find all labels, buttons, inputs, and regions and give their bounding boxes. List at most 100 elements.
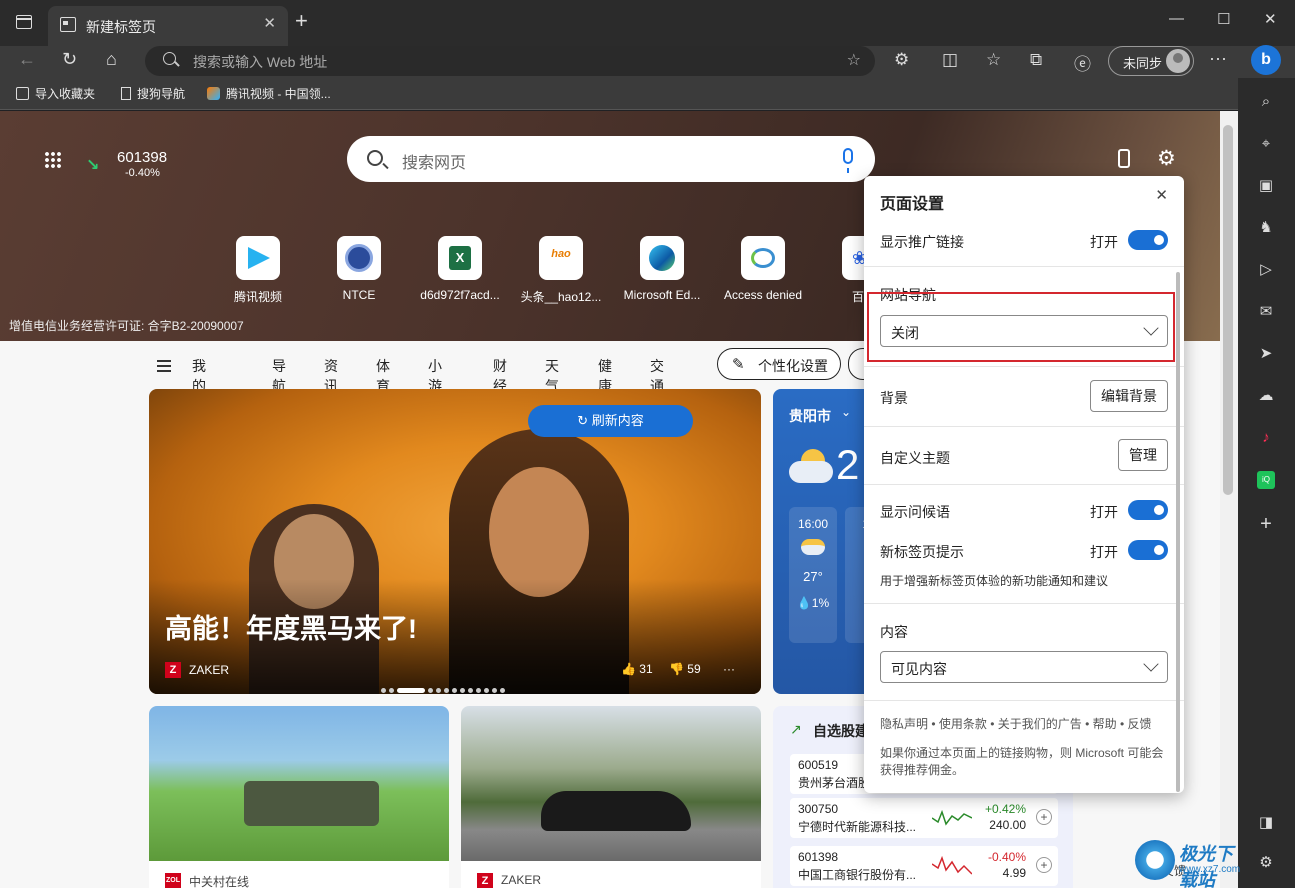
- cloud-icon[interactable]: ☁: [1257, 387, 1275, 405]
- close-window-button[interactable]: ✕: [1264, 10, 1277, 28]
- refresh-content-button[interactable]: ↻ 刷新内容: [528, 405, 693, 437]
- games-icon[interactable]: ♞: [1257, 219, 1275, 237]
- bing-copilot-icon[interactable]: b: [1251, 45, 1281, 75]
- dislike-button[interactable]: 👎 59: [669, 662, 701, 676]
- phone-icon[interactable]: [1118, 149, 1130, 168]
- settings-icon[interactable]: ⚙: [1257, 854, 1275, 872]
- edit-background-button[interactable]: 编辑背景: [1090, 380, 1168, 412]
- add-icon[interactable]: +: [1257, 514, 1275, 534]
- tiktok-icon[interactable]: ♪: [1257, 429, 1275, 447]
- page-settings-gear-icon[interactable]: ⚙: [1157, 146, 1176, 171]
- excel-icon: X: [438, 236, 482, 280]
- toolbox-icon[interactable]: ▣: [1257, 177, 1275, 195]
- extensions-icon[interactable]: ⚙: [894, 50, 909, 70]
- news-source: 中关村在线: [189, 875, 250, 888]
- content-select[interactable]: 可见内容: [880, 651, 1168, 683]
- favorites-item-import[interactable]: 导入收藏夹: [16, 85, 95, 102]
- tag-icon[interactable]: ⌖: [1257, 135, 1275, 153]
- edge-sidebar: ⌕ ⌖ ▣ ♞ ▷ ✉ ➤ ☁ ♪ iQ + ◨ ⚙: [1238, 78, 1295, 888]
- tips-description: 用于增强新标签页体验的新功能通知和建议: [880, 574, 1109, 588]
- outlook-icon[interactable]: ✉: [1257, 303, 1275, 321]
- stock-name: 中国工商银行股份有...: [798, 868, 917, 882]
- stock-ticker[interactable]: 601398: [117, 149, 167, 166]
- promo-links-toggle[interactable]: [1128, 230, 1168, 250]
- quick-link-excel[interactable]: X d6d972f7acd...: [415, 236, 505, 302]
- search-icon[interactable]: ⌕: [1257, 93, 1275, 111]
- home-icon[interactable]: ⌂: [106, 49, 117, 70]
- greeting-toggle[interactable]: [1128, 500, 1168, 520]
- hero-news-card[interactable]: ↻ 刷新内容 高能！年度黑马来了! Z ZAKER 👍 31 👎 59 ···: [149, 389, 761, 694]
- quick-link-hao123[interactable]: hao 头条__hao12...: [516, 236, 606, 305]
- split-screen-icon[interactable]: ◫: [942, 50, 958, 70]
- personalize-label: 个性化设置: [758, 358, 828, 374]
- title-bar: 新建标签页 ✕ + — ☐ ✕: [0, 0, 1295, 46]
- add-stock-icon[interactable]: +: [1036, 809, 1052, 825]
- tab-newtab[interactable]: 新建标签页 ✕: [48, 6, 288, 46]
- iqiyi-icon[interactable]: iQ: [1257, 471, 1275, 489]
- stock-row[interactable]: 601398 中国工商银行股份有... -0.40% 4.99 +: [790, 846, 1058, 886]
- add-favorite-icon[interactable]: ☆: [847, 50, 861, 70]
- close-icon[interactable]: ✕: [1155, 186, 1168, 204]
- tab-close-icon[interactable]: ✕: [263, 14, 276, 32]
- apps-grid-icon[interactable]: [44, 151, 62, 169]
- avatar: [1166, 49, 1190, 73]
- favorites-icon[interactable]: ☆: [986, 50, 1001, 70]
- news-card[interactable]: Z ZAKER: [461, 706, 761, 888]
- manage-theme-button[interactable]: 管理: [1118, 439, 1168, 471]
- panel-icon[interactable]: ◨: [1257, 814, 1275, 832]
- office-icon[interactable]: ▷: [1257, 261, 1275, 279]
- favorites-item-sogou[interactable]: 搜狗导航: [121, 85, 185, 102]
- tab-actions-icon[interactable]: [16, 15, 32, 29]
- quick-link-baidu[interactable]: ❀ 百: [819, 236, 864, 305]
- add-stock-icon[interactable]: +: [1036, 857, 1052, 873]
- footer-links[interactable]: 隐私声明 • 使用条款 • 关于我们的广告 • 帮助 • 反馈: [880, 716, 1172, 733]
- partly-cloudy-icon: [801, 539, 825, 555]
- microphone-icon[interactable]: [843, 148, 853, 173]
- web-search-box[interactable]: 搜索网页: [347, 136, 875, 182]
- hour-temp: 27°: [803, 569, 823, 584]
- hero-source: ZAKER: [189, 663, 230, 677]
- back-arrow-icon[interactable]: ←: [18, 49, 36, 70]
- newtab-tips-toggle[interactable]: [1128, 540, 1168, 560]
- new-tab-button[interactable]: +: [295, 8, 308, 34]
- refresh-icon[interactable]: ↻: [62, 49, 77, 70]
- newtab-favicon-icon: [60, 17, 76, 32]
- content-label: 内容: [880, 624, 908, 640]
- tab-title: 新建标签页: [86, 19, 156, 35]
- address-bar[interactable]: 搜索或输入 Web 地址 ☆: [145, 46, 875, 76]
- like-button[interactable]: 👍 31: [621, 662, 653, 676]
- profile-sync-button[interactable]: 未同步: [1108, 46, 1194, 76]
- quick-link-ntce[interactable]: NTCE: [314, 236, 404, 302]
- news-card[interactable]: ZOL 中关村在线: [149, 706, 449, 888]
- menu-icon[interactable]: [157, 360, 171, 372]
- quick-link-label: 头条__hao12...: [520, 290, 602, 304]
- collections-icon[interactable]: ⧉: [1030, 50, 1042, 70]
- stock-pct: -0.40%: [987, 850, 1026, 864]
- ie-mode-icon[interactable]: ⓔ: [1074, 50, 1091, 75]
- stock-code: 300750: [798, 802, 839, 816]
- carousel-dots[interactable]: [381, 682, 508, 694]
- news-image: [461, 706, 761, 861]
- hour-rain: 1%: [811, 596, 830, 610]
- minimize-button[interactable]: —: [1169, 10, 1184, 27]
- license-text[interactable]: 增值电信业务经营许可证: 合字B2-20090007: [9, 317, 244, 334]
- quick-link-access-denied[interactable]: Access denied: [718, 236, 808, 302]
- chevron-down-icon[interactable]: ⌄: [841, 405, 851, 419]
- quick-link-edge[interactable]: Microsoft Ed...: [617, 236, 707, 302]
- like-count: 31: [639, 662, 653, 676]
- panel-title: 页面设置: [880, 196, 945, 213]
- panel-scrollbar[interactable]: [1176, 272, 1180, 792]
- personalize-button[interactable]: ✎ 个性化设置: [717, 348, 841, 380]
- stock-code: 600519: [798, 758, 839, 772]
- scrollbar-thumb[interactable]: [1223, 125, 1233, 495]
- divider: [864, 266, 1184, 267]
- more-actions-button[interactable]: ···: [723, 662, 735, 676]
- quick-link-tencent-video[interactable]: 腾讯视频: [213, 236, 303, 305]
- stock-row[interactable]: 300750 宁德时代新能源科技... +0.42% 240.00 +: [790, 798, 1058, 838]
- more-options-icon[interactable]: ···: [1209, 48, 1227, 69]
- hero-headline[interactable]: 高能！年度黑马来了!: [165, 607, 417, 646]
- weather-city[interactable]: 贵阳市: [789, 406, 831, 426]
- send-icon[interactable]: ➤: [1257, 345, 1275, 363]
- maximize-button[interactable]: ☐: [1217, 10, 1230, 28]
- favorites-item-tencent[interactable]: 腾讯视频 - 中国领...: [207, 85, 331, 102]
